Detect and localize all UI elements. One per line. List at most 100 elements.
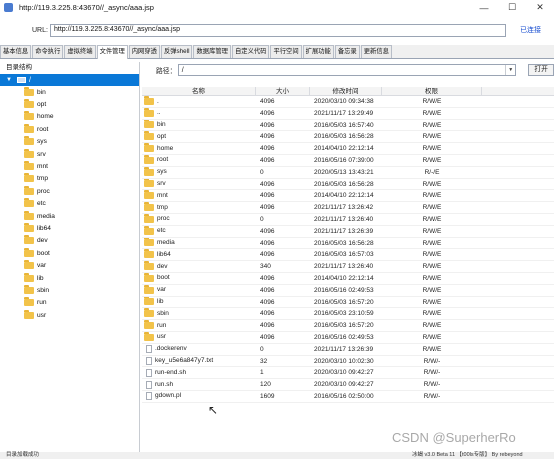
tab-5[interactable]: 反弹shell [160,45,193,58]
tree-item[interactable]: lib64 [0,222,139,234]
table-row[interactable]: home 4096 2014/04/10 22:12:14 R/W/E [142,143,554,155]
status-left: 目录加载成功 [6,452,40,458]
tree-item[interactable]: tmp [0,173,139,185]
column-header-size[interactable]: 大小 [256,87,310,95]
tab-2[interactable]: 虚拟终端 [64,45,96,58]
cell-name: bin [142,119,256,131]
table-row[interactable]: run 4096 2016/05/03 16:57:20 R/W/E [142,320,554,332]
table-row[interactable]: bin 4096 2016/05/03 16:57:40 R/W/E [142,119,554,132]
url-input[interactable]: http://119.3.225.8:43670//_async/aaa.jsp [50,23,506,37]
tree-item[interactable]: root [0,123,139,135]
tab-9[interactable]: 扩展功能 [302,45,334,58]
tree-item[interactable]: run [0,297,139,309]
table-row[interactable]: key_u5e6a847y7.txt 32 2020/03/10 10:02:30 R… [142,356,554,368]
file-name: .dockerenv [155,345,187,353]
chevron-down-icon[interactable]: ▼ [505,65,515,75]
tree-item[interactable]: media [0,210,139,222]
tree-item-label: opt [37,101,47,109]
tree-item[interactable]: sbin [0,284,139,296]
cell-size: 0 [260,345,264,353]
table-row[interactable]: gdown.pl 1609 2016/05/16 02:50:00 R/W/- [142,391,554,403]
table-row[interactable]: srv 4096 2016/05/03 16:56:28 R/W/E [142,178,554,191]
table-row[interactable]: sbin 4096 2016/05/03 23:10:59 R/W/E [142,308,554,321]
tree-item[interactable]: var [0,259,139,271]
folder-icon [144,320,154,330]
cell-size: 4096 [260,145,275,153]
table-row[interactable]: usr 4096 2016/05/16 02:49:53 R/W/E [142,331,554,344]
folder-icon [144,237,154,247]
cell-name: run-end.sh [142,367,256,378]
file-icon [146,392,152,401]
cell-time: 2016/05/03 16:56:28 [314,133,374,141]
minimize-button[interactable]: — [470,0,498,15]
cell-permission: R/W/E [422,156,442,164]
cell-name: usr [142,331,256,343]
table-row[interactable]: .. 4096 2021/11/17 13:29:49 R/W/E [142,107,554,120]
path-select[interactable]: / ▼ [177,64,517,76]
tab-1[interactable]: 命令执行 [32,45,64,58]
folder-icon [144,154,154,164]
table-row[interactable]: sys 0 2020/05/13 13:43:21 R/-/E [142,166,554,179]
file-icon [146,356,152,365]
table-row[interactable]: lib64 4096 2016/05/03 16:57:03 R/W/E [142,249,554,262]
cell-size: 4096 [260,180,275,188]
table-row[interactable]: boot 4096 2014/04/10 22:12:14 R/W/E [142,272,554,285]
tree-item[interactable]: usr [0,309,139,321]
table-row[interactable]: etc 4096 2021/11/17 13:26:39 R/W/E [142,225,554,238]
tree-root-item[interactable]: ▼ / [0,74,139,86]
table-body: . 4096 2020/03/10 09:34:38 R/W/E.. 4096 2021/… [142,96,554,403]
table-row[interactable]: run-end.sh 1 2020/03/10 09:42:27 R/W/- [142,367,554,380]
cell-permission: R/W/E [422,145,442,153]
table-row[interactable]: .dockerenv 0 2021/11/17 13:26:39 R/W/E [142,344,554,356]
file-name: tmp [157,203,168,211]
tree-item[interactable]: boot [0,247,139,259]
tree-item[interactable]: sys [0,136,139,148]
maximize-button[interactable]: ☐ [498,0,526,15]
tree-item[interactable]: srv [0,148,139,160]
table-row[interactable]: . 4096 2020/03/10 09:34:38 R/W/E [142,96,554,108]
tree-item[interactable]: dev [0,235,139,247]
table-row[interactable]: opt 4096 2016/05/03 16:56:28 R/W/E [142,131,554,144]
table-row[interactable]: lib 4096 2016/05/03 16:57:20 R/W/E [142,296,554,309]
tab-10[interactable]: 备忘录 [334,45,360,58]
tab-4[interactable]: 内网穿透 [128,45,160,58]
tree-item[interactable]: proc [0,185,139,197]
file-browser-panel: 路径： / ▼ 打开 名称 大小 修改时间 权限 . 4096 2020/03/10… [142,62,554,452]
table-row[interactable]: tmp 4096 2021/11/17 13:26:42 R/W/E [142,202,554,214]
cell-time: 2016/05/16 07:39:00 [314,156,374,164]
table-row[interactable]: dev 340 2021/11/17 13:26:40 R/W/E [142,261,554,273]
tab-7[interactable]: 自定义代码 [231,45,270,58]
tab-3[interactable]: 文件管理 [96,45,128,59]
table-row[interactable]: mnt 4096 2014/04/10 22:12:14 R/W/E [142,190,554,203]
url-label: URL: [32,26,48,34]
cell-permission: R/W/- [423,357,441,365]
folder-icon [144,131,154,141]
tree-item[interactable]: mnt [0,160,139,172]
tab-11[interactable]: 更新信息 [360,45,392,58]
column-header-time[interactable]: 修改时间 [310,87,382,95]
tab-0[interactable]: 基本信息 [0,45,32,58]
column-header-permission[interactable]: 权限 [382,87,482,95]
table-row[interactable]: media 4096 2016/05/03 16:56:28 R/W/E [142,237,554,250]
table-row[interactable]: root 4096 2016/05/16 07:39:00 R/W/E [142,154,554,167]
tree-item[interactable]: home [0,111,139,123]
tree-item[interactable]: opt [0,98,139,110]
app-icon [4,3,13,12]
table-row[interactable]: proc 0 2021/11/17 13:26:40 R/W/E [142,213,554,226]
folder-icon [144,119,154,129]
open-button[interactable]: 打开 [528,64,554,76]
close-button[interactable]: ✕ [526,0,554,15]
tab-8[interactable]: 平行空间 [270,45,302,58]
tree-item[interactable]: lib [0,272,139,284]
collapse-icon[interactable]: ▼ [4,77,14,83]
tab-6[interactable]: 数据库管理 [193,45,231,58]
tree-item-label: lib [37,274,44,282]
tab-bar: 基本信息 命令执行 虚拟终端 文件管理 内网穿透 反弹shell 数据库管理 自定义代码 平行空… [0,45,554,59]
tree-item[interactable]: etc [0,198,139,210]
column-header-name[interactable]: 名称 [142,87,256,95]
cell-size: 4096 [260,98,275,105]
cell-permission: R/W/E [422,298,442,306]
tree-item[interactable]: bin [0,86,139,98]
table-row[interactable]: var 4096 2016/05/16 02:49:53 R/W/E [142,284,554,297]
table-row[interactable]: run.sh 120 2020/03/10 09:42:27 R/W/- [142,379,554,391]
